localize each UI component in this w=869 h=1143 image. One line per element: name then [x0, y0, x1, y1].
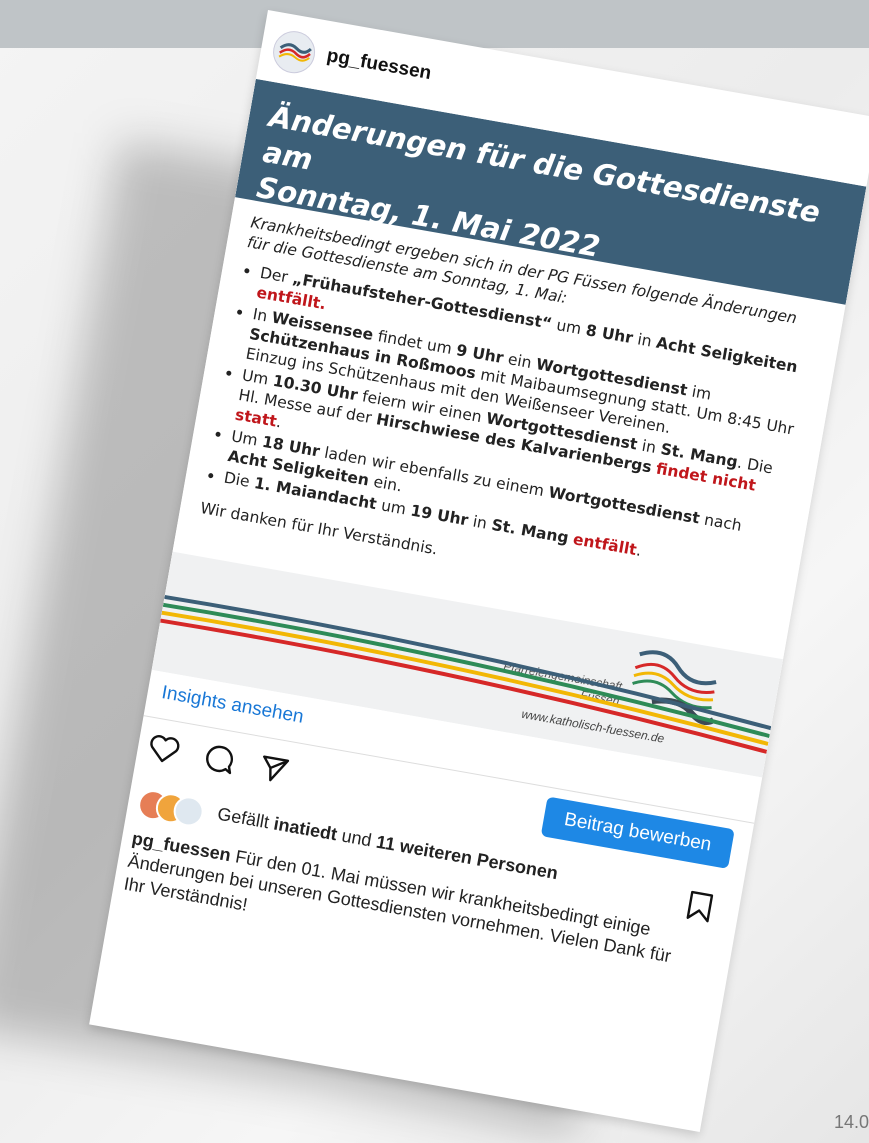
heart-icon[interactable]	[146, 731, 183, 768]
liker-avatars[interactable]	[135, 786, 214, 829]
slide-date: 14.0	[833, 1112, 869, 1132]
profile-username[interactable]: pg_fuessen	[325, 45, 433, 85]
share-icon[interactable]	[256, 750, 293, 787]
promote-post-button[interactable]: Beitrag bewerben	[540, 796, 735, 869]
post-image: Änderungen für die Gottesdienste am Sonn…	[151, 78, 867, 778]
profile-avatar[interactable]	[269, 27, 319, 77]
logo-wave-icon	[278, 43, 312, 62]
comment-icon[interactable]	[201, 740, 238, 777]
